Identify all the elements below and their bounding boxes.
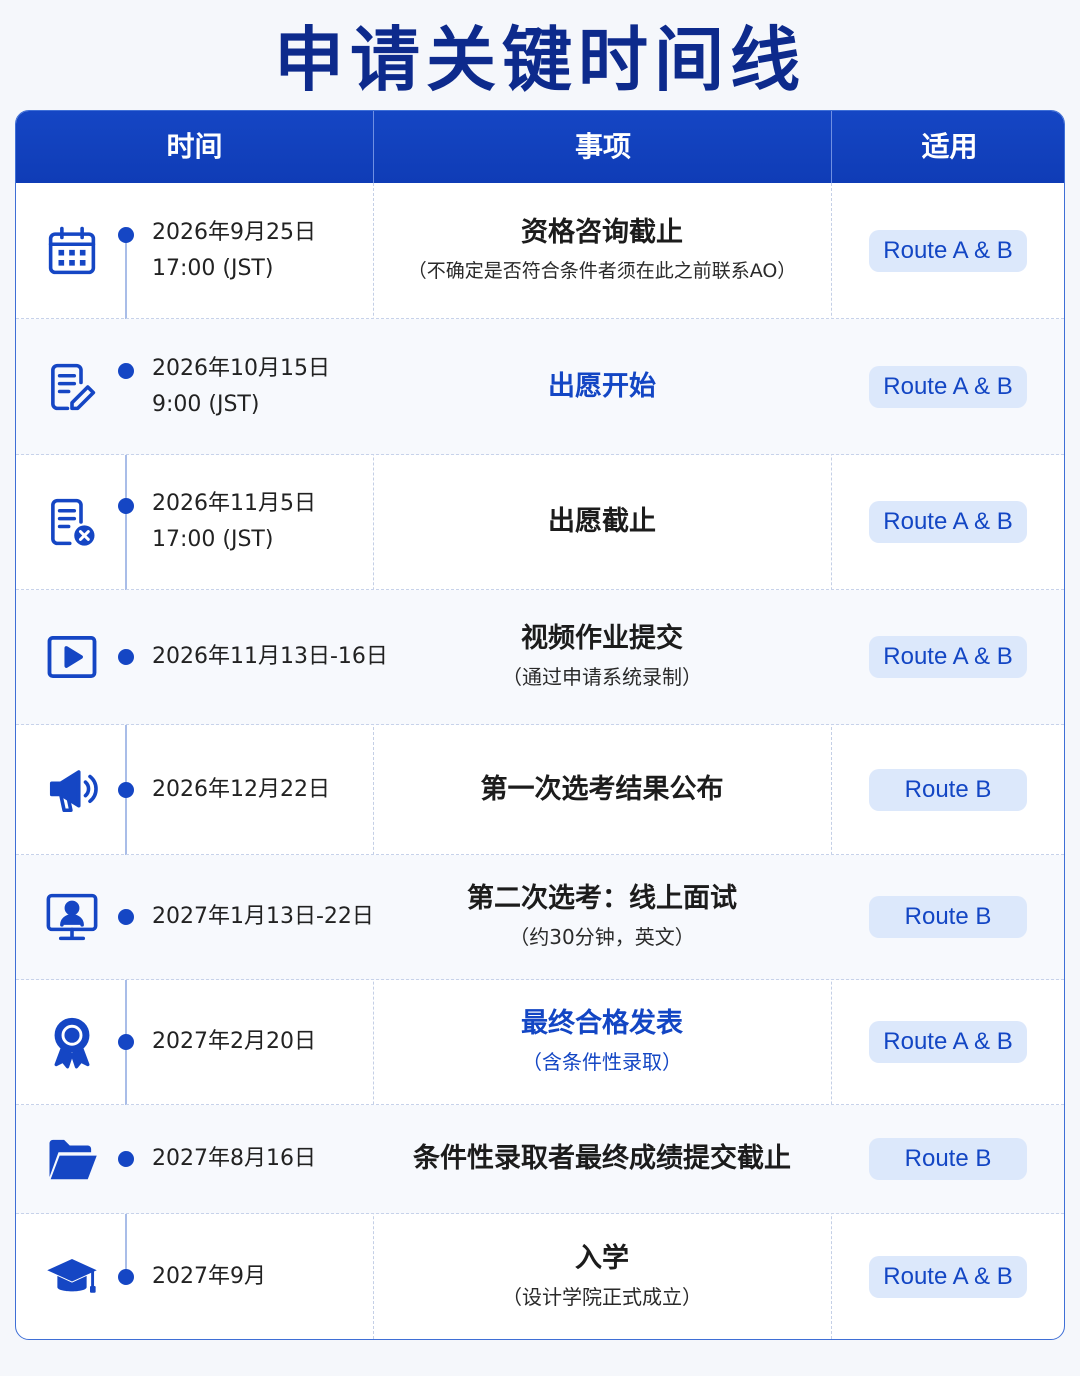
event-cell: 出愿开始 [374,367,830,407]
route-badge: Route A & B [869,1255,1027,1298]
event-title: 条件性录取者最终成绩提交截止 [413,1143,791,1174]
header-event: 事项 [373,111,832,183]
timeline-dot [118,1151,134,1167]
route-badge: Route A & B [869,501,1027,543]
document-close-icon [44,494,100,550]
event-cell: 出愿截止 [374,502,830,542]
date-cell: 2027年2月20日 [152,1024,372,1060]
event-cell: 最终合格发表 （含条件性录取） [374,1004,830,1080]
document-edit-icon [44,359,100,415]
table-row: 2027年2月20日 最终合格发表 （含条件性录取） Route A & B [16,980,1064,1105]
table-row: 2026年11月5日 17:00 (JST) 出愿截止 Route A & B [16,455,1064,590]
event-title: 入学 [575,1242,629,1274]
timeline-dot [118,362,134,379]
date-text: 2026年10月15日 [152,355,330,381]
event-subtitle: （不确定是否符合条件者须在此之前联系AO） [407,259,797,282]
table-row: 2027年8月16日 条件性录取者最终成绩提交截止 Route B [16,1105,1064,1214]
timeline-dot [118,909,134,925]
table-header: 时间 事项 适用 [16,111,1064,183]
event-cell: 入学 （设计学院正式成立） [374,1239,830,1315]
date-text: 2026年9月25日 [152,219,316,245]
header-route: 适用 [831,111,1064,183]
date-cell: 2027年8月16日 [152,1141,372,1177]
table-row: 2026年9月25日 17:00 (JST) 资格咨询截止 （不确定是否符合条件… [16,183,1064,319]
timeline-table: 时间 事项 适用 2026年9月25日 17:00 (JST) 资格咨询截止 （… [15,110,1065,1340]
time-text: 17:00 (JST) [152,527,274,552]
event-subtitle: （通过申请系统录制） [502,665,702,689]
graduation-cap-icon [44,1249,100,1305]
date-text: 2027年9月 [152,1263,266,1289]
event-cell: 第二次选考：线上面试 （约30分钟，英文） [374,879,830,955]
event-subtitle: （含条件性录取） [522,1050,682,1074]
date-cell: 2026年11月5日 17:00 (JST) [152,486,372,558]
event-cell: 视频作业提交 （通过申请系统录制） [374,619,830,695]
timeline-dot [118,1034,134,1050]
table-row: 2026年10月15日 9:00 (JST) 出愿开始 Route A & B [16,319,1064,455]
event-title: 资格咨询截止 [521,216,683,248]
event-title: 第二次选考：线上面试 [467,883,737,914]
table-row: 2027年1月13日-22日 第二次选考：线上面试 （约30分钟，英文） Rou… [16,855,1064,980]
event-title: 最终合格发表 [521,1008,683,1039]
event-cell: 第一次选考结果公布 [374,770,830,810]
table-row: 2027年9月 入学 （设计学院正式成立） Route A & B [16,1214,1064,1339]
event-title: 出愿截止 [548,506,656,537]
date-cell: 2026年11月13日-16日 [152,639,388,675]
page-title: 申请关键时间线 [274,19,806,101]
route-badge: Route B [869,768,1027,811]
event-title: 出愿开始 [548,370,656,402]
award-ribbon-icon [44,1014,100,1070]
timeline-dot [118,1268,134,1285]
time-text: 17:00 (JST) [152,255,274,281]
online-interview-icon [44,889,100,945]
route-badge: Route A & B [869,1021,1027,1063]
timeline-dot [118,226,134,243]
date-text: 2027年2月20日 [152,1029,316,1054]
video-play-icon [44,629,100,685]
time-text: 9:00 (JST) [152,391,260,417]
timeline-dot [118,498,134,514]
route-badge: Route A & B [869,365,1027,408]
date-cell: 2026年12月22日 [152,772,372,808]
event-title: 第一次选考结果公布 [480,773,724,805]
route-badge: Route A & B [869,636,1027,678]
event-title: 视频作业提交 [521,623,683,654]
timeline-dot [118,649,134,665]
date-cell: 2026年10月15日 9:00 (JST) [152,351,372,423]
date-text: 2027年8月16日 [152,1146,316,1171]
date-cell: 2027年1月13日-22日 [152,899,374,935]
timeline-dot [118,781,134,798]
event-subtitle: （设计学院正式成立） [502,1284,702,1309]
event-cell: 条件性录取者最终成绩提交截止 [374,1139,830,1179]
event-cell: 资格咨询截止 （不确定是否符合条件者须在此之前联系AO） [374,213,830,289]
table-row: 2026年11月13日-16日 视频作业提交 （通过申请系统录制） Route … [16,590,1064,725]
calendar-icon [44,223,100,279]
route-badge: Route B [869,896,1027,938]
event-subtitle: （约30分钟，英文） [509,925,695,949]
date-text: 2026年11月13日-16日 [152,644,388,669]
header-time: 时间 [166,130,223,163]
date-text: 2026年12月22日 [152,776,330,802]
date-text: 2026年11月5日 [152,491,316,516]
route-badge: Route A & B [869,229,1027,272]
date-text: 2027年1月13日-22日 [152,904,374,929]
folder-icon [44,1131,100,1187]
route-badge: Route B [869,1138,1027,1180]
date-cell: 2026年9月25日 17:00 (JST) [152,215,372,287]
megaphone-icon [44,762,100,818]
date-cell: 2027年9月 [152,1259,372,1295]
table-row: 2026年12月22日 第一次选考结果公布 Route B [16,725,1064,855]
